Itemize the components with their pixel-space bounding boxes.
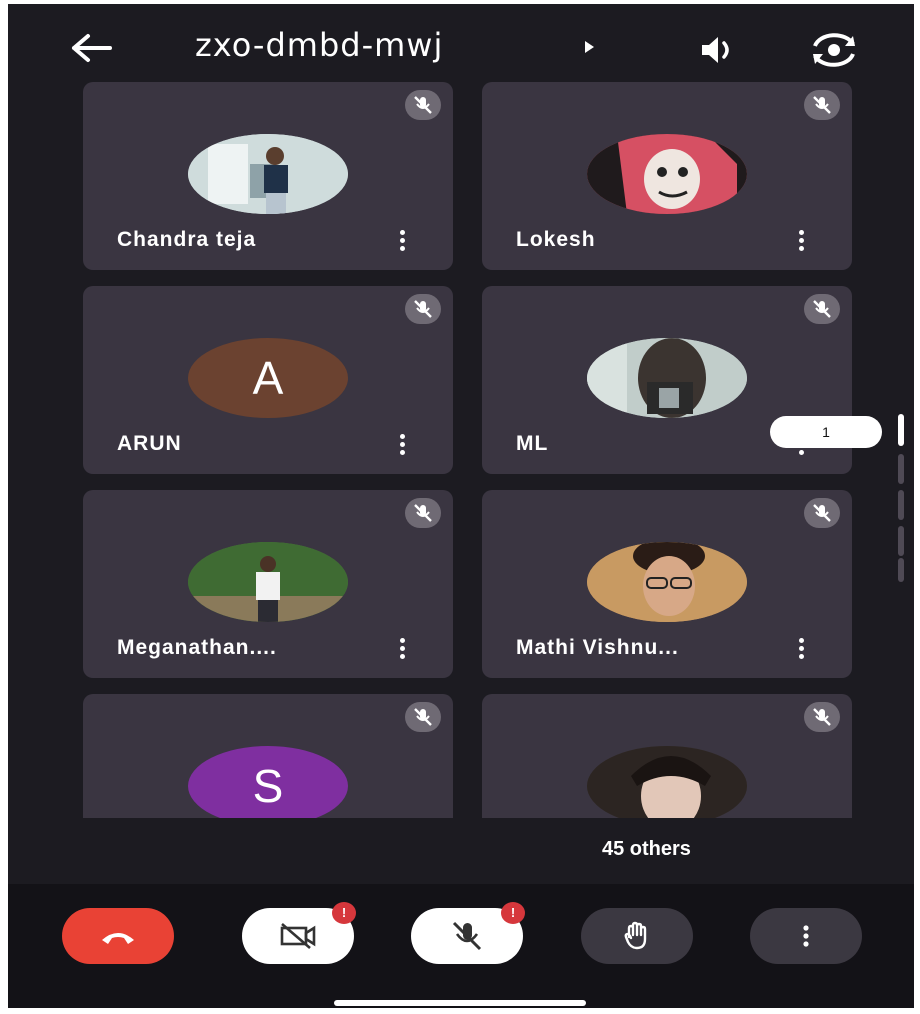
- scroll-segment: [898, 558, 904, 582]
- top-bar: zxo-dmbd-mwj: [8, 4, 914, 88]
- mic-off-icon: [414, 504, 432, 522]
- hand-icon: [624, 921, 647, 950]
- more-vert-icon: [803, 925, 809, 947]
- speaker-icon[interactable]: [696, 30, 740, 70]
- muted-badge: [405, 90, 441, 120]
- muted-badge: [804, 90, 840, 120]
- video-off-icon: [280, 923, 316, 949]
- participant-tile[interactable]: S: [83, 694, 453, 818]
- mic-off-icon: [414, 96, 432, 114]
- muted-badge: [405, 498, 441, 528]
- mic-off-icon: [452, 921, 482, 951]
- meet-screen: zxo-dmbd-mwj Chandra teja Lokesh A ARUN …: [8, 4, 914, 1008]
- others-count-label[interactable]: 45 others: [602, 838, 691, 861]
- participant-name: ML: [516, 432, 549, 455]
- more-options-button[interactable]: [750, 908, 862, 964]
- alert-badge: !: [501, 902, 525, 924]
- meeting-code-title[interactable]: zxo-dmbd-mwj: [195, 26, 443, 64]
- more-vert-icon[interactable]: [397, 638, 407, 662]
- participant-name: Lokesh: [516, 228, 596, 251]
- mic-toggle-button[interactable]: !: [411, 902, 525, 964]
- avatar-initial: A: [188, 338, 348, 418]
- participant-name: Meganathan....: [117, 636, 277, 659]
- participant-tile[interactable]: A ARUN: [83, 286, 453, 474]
- caret-right-icon[interactable]: [582, 40, 596, 54]
- mic-off-icon: [414, 708, 432, 726]
- participant-tile[interactable]: Lokesh: [482, 82, 852, 270]
- alert-badge: !: [332, 902, 356, 924]
- participant-tile[interactable]: [482, 694, 852, 818]
- mic-off-icon: [813, 300, 831, 318]
- avatar: [587, 338, 747, 418]
- raise-hand-button[interactable]: [581, 908, 693, 964]
- more-vert-icon[interactable]: [796, 230, 806, 254]
- participant-tile[interactable]: Meganathan....: [83, 490, 453, 678]
- scrollbar[interactable]: [898, 414, 906, 584]
- scroll-segment: [898, 490, 904, 520]
- participant-tile[interactable]: Mathi Vishnu...: [482, 490, 852, 678]
- more-vert-icon[interactable]: [397, 434, 407, 458]
- home-indicator[interactable]: [334, 1000, 586, 1006]
- avatar: [188, 542, 348, 622]
- call-controls: ! !: [8, 884, 914, 1008]
- avatar: [587, 746, 747, 818]
- muted-badge: [804, 294, 840, 324]
- more-vert-icon[interactable]: [397, 230, 407, 254]
- flip-camera-icon[interactable]: [803, 28, 865, 72]
- avatar: [587, 542, 747, 622]
- mic-off-icon: [414, 300, 432, 318]
- scroll-segment: [898, 454, 904, 484]
- scroll-thumb[interactable]: [898, 414, 904, 446]
- participant-tile[interactable]: Chandra teja: [83, 82, 453, 270]
- more-vert-icon[interactable]: [796, 638, 806, 662]
- muted-badge: [405, 294, 441, 324]
- back-arrow-icon[interactable]: [68, 28, 116, 68]
- mic-off-icon: [813, 96, 831, 114]
- mic-off-icon: [813, 504, 831, 522]
- avatar-initial: S: [188, 746, 348, 818]
- mic-off-icon: [813, 708, 831, 726]
- participant-name: Mathi Vishnu...: [516, 636, 679, 659]
- end-call-button[interactable]: [62, 908, 174, 964]
- participant-name: ARUN: [117, 432, 182, 455]
- avatar: [587, 134, 747, 214]
- avatar: [188, 134, 348, 214]
- page-indicator: 1: [770, 416, 882, 448]
- participant-grid: Chandra teja Lokesh A ARUN ML Meganathan…: [8, 82, 914, 818]
- muted-badge: [804, 498, 840, 528]
- muted-badge: [804, 702, 840, 732]
- hang-up-icon: [102, 933, 134, 944]
- camera-toggle-button[interactable]: !: [242, 902, 356, 964]
- muted-badge: [405, 702, 441, 732]
- scroll-segment: [898, 526, 904, 556]
- participant-name: Chandra teja: [117, 228, 257, 251]
